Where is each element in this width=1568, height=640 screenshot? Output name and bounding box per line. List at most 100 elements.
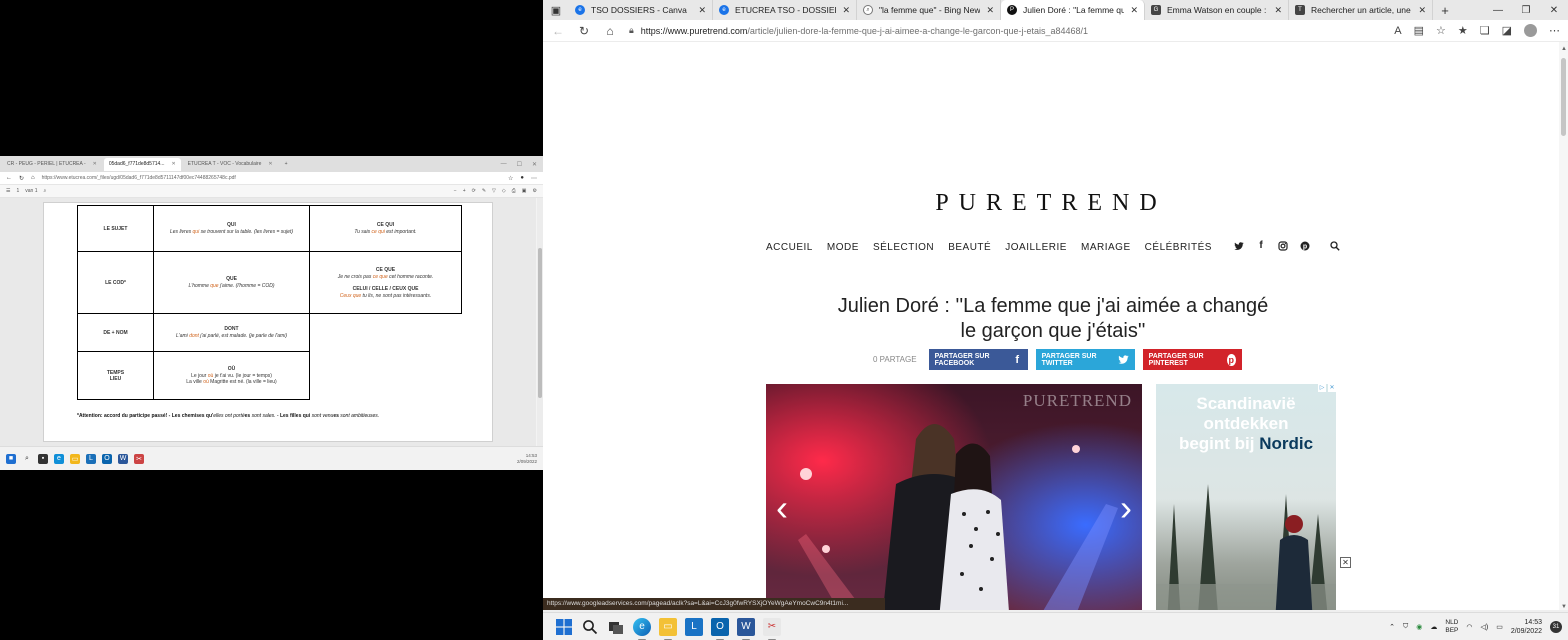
scroll-up-icon[interactable]: ▲	[1561, 46, 1567, 52]
battery-icon[interactable]: ▭	[1496, 623, 1503, 631]
more-icon[interactable]: ⋯	[531, 175, 537, 182]
pinterest-icon[interactable]: p	[1300, 241, 1310, 251]
new-tab-button[interactable]: +	[280, 158, 293, 171]
search-icon[interactable]	[581, 618, 599, 636]
maximize-icon[interactable]: ☐	[517, 161, 522, 168]
close-sticky-ad-icon[interactable]: ✕	[1340, 557, 1351, 568]
folder-icon[interactable]: ▭	[70, 453, 80, 464]
search-icon[interactable]: ⌕	[44, 188, 47, 194]
browser-tab[interactable]: TRechercher un article, une inform✕	[1289, 0, 1433, 20]
collections-icon[interactable]: ❏	[1480, 24, 1490, 37]
site-logo[interactable]: PURETREND	[543, 190, 1559, 217]
close-window-icon[interactable]: ✕	[1540, 5, 1568, 16]
zoom-out-icon[interactable]: −	[454, 188, 457, 194]
share-facebook-button[interactable]: PARTAGER SUR FACEBOOK f	[928, 349, 1028, 370]
ad-info-icon[interactable]: ▷	[1318, 384, 1326, 392]
read-aloud-icon[interactable]: A	[1394, 25, 1401, 37]
print-icon[interactable]: ⎙	[512, 188, 516, 194]
language-indicator[interactable]: NLD BEP	[1445, 619, 1458, 635]
carousel-prev-icon[interactable]: ‹	[772, 490, 792, 526]
word-icon[interactable]: W	[737, 617, 755, 640]
home-icon[interactable]: ⌂	[31, 175, 35, 181]
scrollbar-thumb[interactable]	[538, 248, 542, 398]
carousel-next-icon[interactable]: ›	[1116, 490, 1136, 526]
edge-icon[interactable]: e	[54, 453, 64, 464]
close-icon[interactable]: ✕	[842, 5, 850, 16]
file-explorer-icon[interactable]: ▭	[659, 617, 677, 640]
profile-icon[interactable]: ●	[520, 175, 524, 181]
draw-icon[interactable]: ✎	[482, 188, 486, 194]
page-scrollbar[interactable]: ▲ ▼	[1559, 42, 1568, 612]
l-app-icon[interactable]: L	[685, 617, 703, 636]
secondary-tab[interactable]: CR - PEUG - PERIEL | ETUCREA - ✕	[2, 158, 102, 171]
minimize-icon[interactable]: —	[501, 161, 507, 168]
facebook-icon[interactable]: f	[1256, 241, 1266, 251]
share-pinterest-button[interactable]: PARTAGER SUR PINTEREST p	[1142, 349, 1242, 370]
nav-item-selection[interactable]: SÉLECTION	[873, 242, 934, 253]
snipping-tool-icon[interactable]: ✂	[763, 617, 781, 640]
close-icon[interactable]: ✕	[986, 5, 994, 16]
wifi-icon[interactable]: ◠	[1466, 623, 1472, 631]
nav-item-mariage[interactable]: MARIAGE	[1081, 242, 1131, 253]
nav-item-celebrites[interactable]: CÉLÉBRITÉS	[1145, 242, 1212, 253]
close-icon[interactable]: ✕	[1418, 5, 1426, 16]
close-window-icon[interactable]: ✕	[532, 161, 537, 168]
extensions-icon[interactable]: ◪	[1502, 24, 1512, 37]
erase-icon[interactable]: ◇	[502, 188, 506, 194]
settings-icon[interactable]: ⚙	[533, 188, 537, 194]
more-icon[interactable]: ⋯	[1549, 24, 1560, 37]
search-icon[interactable]	[1330, 241, 1340, 251]
task-view-icon[interactable]	[607, 618, 625, 636]
nav-item-beaute[interactable]: BEAUTÉ	[948, 242, 991, 253]
nav-item-accueil[interactable]: ACCUEIL	[766, 242, 813, 253]
page-number-input[interactable]: 1	[16, 188, 19, 194]
add-favorite-icon[interactable]: ☆	[1436, 24, 1446, 37]
browser-tab[interactable]: e TSO DOSSIERS - Canva ✕	[569, 0, 713, 20]
browser-tab[interactable]: ⌕ "la femme que" - Bing News ✕	[857, 0, 1001, 20]
close-icon[interactable]: ✕	[698, 5, 706, 16]
ad-close-icon[interactable]: ✕	[1328, 384, 1336, 392]
notification-badge[interactable]: 31	[1550, 620, 1562, 633]
task-view-icon[interactable]: ▪	[38, 453, 48, 464]
l-app-icon[interactable]: L	[86, 453, 96, 464]
star-icon[interactable]: ☆	[508, 175, 513, 182]
snipping-icon[interactable]: ✂	[134, 453, 144, 464]
minimize-icon[interactable]: —	[1484, 5, 1512, 16]
outlook-icon[interactable]: O	[102, 453, 112, 464]
contents-icon[interactable]: ☰	[6, 188, 10, 194]
volume-icon[interactable]: ◁)	[1481, 623, 1489, 631]
profile-avatar[interactable]	[1524, 24, 1537, 37]
outlook-icon[interactable]: O	[711, 617, 729, 640]
search-icon[interactable]: ⌕	[22, 454, 32, 464]
windows-start-icon[interactable]	[555, 618, 573, 636]
chevron-up-icon[interactable]: ⌃	[1389, 623, 1395, 631]
zoom-in-icon[interactable]: +	[463, 188, 466, 194]
new-tab-button[interactable]: +	[1433, 0, 1457, 20]
back-icon[interactable]: ←	[6, 175, 12, 181]
reader-icon[interactable]: ▤	[1414, 24, 1424, 37]
save-icon[interactable]: ▣	[522, 188, 527, 194]
share-twitter-button[interactable]: PARTAGER SUR TWITTER	[1035, 349, 1135, 370]
nav-item-joaillerie[interactable]: JOAILLERIE	[1005, 242, 1067, 253]
favorites-icon[interactable]: ★	[1458, 24, 1468, 37]
refresh-icon[interactable]: ↻	[19, 175, 24, 182]
maximize-icon[interactable]: ❐	[1512, 5, 1540, 16]
instagram-icon[interactable]	[1278, 241, 1288, 251]
browser-tab-active[interactable]: PJulien Doré : "La femme que j'ai✕	[1001, 0, 1145, 20]
refresh-icon[interactable]: ↻	[577, 24, 591, 38]
highlight-icon[interactable]: ▽	[492, 188, 496, 194]
ad-choices[interactable]: ▷ ✕	[1318, 384, 1336, 392]
security-icon[interactable]: ⛉	[1403, 623, 1408, 631]
word-icon[interactable]: W	[118, 453, 128, 464]
scrollbar-thumb[interactable]	[1561, 58, 1566, 136]
address-bar[interactable]: 🔒︎ https://www.puretrend.com/article/jul…	[629, 25, 1382, 36]
twitter-icon[interactable]	[1234, 241, 1244, 251]
browser-tab[interactable]: eETUCREA TSO - DOSSIER ACTU✕	[713, 0, 857, 20]
back-icon[interactable]: ←	[551, 24, 565, 38]
cloud-icon[interactable]: ☁	[1430, 623, 1437, 631]
close-icon[interactable]: ✕	[171, 161, 175, 167]
close-icon[interactable]: ✕	[268, 161, 272, 167]
secondary-url[interactable]: https://www.etucrea.com/_files/ugd/05dad…	[42, 175, 501, 181]
nav-item-mode[interactable]: MODE	[827, 242, 859, 253]
close-icon[interactable]: ✕	[93, 161, 97, 167]
